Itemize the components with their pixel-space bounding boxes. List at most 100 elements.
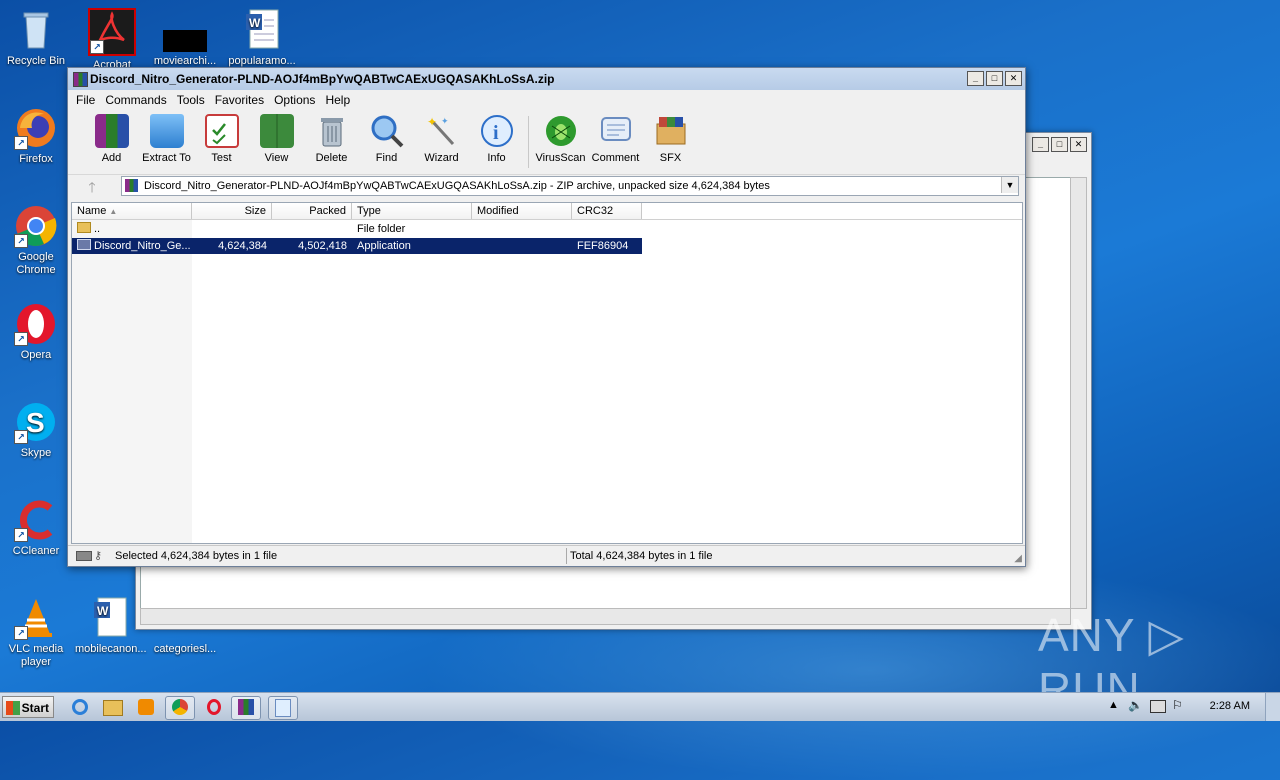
address-row: 🡑 Discord_Nitro_Generator-PLND-AOJf4mBpY… [68,174,1025,198]
column-header-size[interactable]: Size [192,203,272,219]
taskbar-explorer[interactable] [99,696,127,718]
vertical-scrollbar[interactable] [1070,177,1087,609]
maximize-button[interactable]: □ [986,71,1003,86]
column-header-name-label: Name [77,205,107,217]
show-desktop-button[interactable] [1265,693,1280,721]
desktop-icon-firefox[interactable]: ↗ Firefox [1,106,71,166]
desktop-icon-ccleaner[interactable]: ↗ CCleaner [1,498,71,558]
volume-icon[interactable]: 🔈 [1128,698,1143,712]
title-bar[interactable]: Discord_Nitro_Generator-PLND-AOJf4mBpYwQ… [68,68,1025,90]
info-button[interactable]: i Info [469,110,524,164]
desktop-icon-popularamo[interactable]: W popularamo... [227,8,297,68]
comment-label: Comment [591,152,640,164]
folder-icon [77,222,91,233]
extract-folder-icon [149,114,184,148]
svg-text:S: S [26,407,45,438]
row-packed [272,221,352,237]
menu-favorites[interactable]: Favorites [210,93,269,107]
wizard-button[interactable]: ✦ ✦ Wizard [414,110,469,164]
chrome-icon [172,699,188,715]
recycle-bin-icon [14,8,58,52]
sfx-button[interactable]: SFX [643,110,698,164]
desktop-icon-acrobat[interactable]: ↗ Acrobat [77,8,147,72]
svg-text:✦: ✦ [427,115,437,129]
desktop-icon-opera[interactable]: ↗ Opera [1,302,71,362]
winrar-window[interactable]: Discord_Nitro_Generator-PLND-AOJf4mBpYwQ… [67,67,1026,567]
view-button[interactable]: View [249,110,304,164]
virusscan-button[interactable]: VirusScan [533,110,588,164]
name-column-shade [72,220,192,543]
action-center-flag-icon[interactable]: ⚐ [1172,698,1183,712]
system-tray: ▲ 🔈 ⚐ 2:28 AM [1100,693,1280,721]
row-name-cell: .. [72,221,192,237]
menu-tools[interactable]: Tools [172,93,210,107]
add-label: Add [101,152,122,164]
close-button[interactable]: ✕ [1005,71,1022,86]
desktop-icon-chrome[interactable]: ↗ Google Chrome [1,204,71,277]
column-header-name[interactable]: Name ▲ [72,203,192,219]
taskbar-ie[interactable] [66,696,94,718]
find-magnifier-icon [370,114,404,148]
test-button[interactable]: Test [194,110,249,164]
winrar-icon [73,72,88,87]
table-row[interactable]: .. File folder [72,221,642,237]
close-button[interactable]: ✕ [1070,137,1087,152]
resize-grip-icon[interactable]: ◢ [1014,553,1022,564]
shortcut-arrow-icon: ↗ [14,528,28,542]
desktop-icon-label: Skype [20,447,52,459]
desktop-icon-moviearchi[interactable]: moviearchi... [150,8,220,68]
taskbar: Start ▲ 🔈 ⚐ 2:28 AM [0,692,1280,721]
menu-options[interactable]: Options [269,93,320,107]
info-icon: i [480,114,514,148]
menu-help[interactable]: Help [320,93,355,107]
maximize-button[interactable]: □ [1051,137,1068,152]
column-header-type[interactable]: Type [352,203,472,219]
shortcut-arrow-icon: ↗ [90,40,104,54]
wizard-wand-icon: ✦ ✦ [425,114,459,148]
taskbar-winrar[interactable] [231,696,261,720]
desktop-icon-vlc[interactable]: ↗ VLC media player [1,596,71,669]
address-combo[interactable]: Discord_Nitro_Generator-PLND-AOJf4mBpYwQ… [121,176,1019,196]
toolbar: Add Extract To Test View Delete Find ✦ ✦… [68,110,1025,175]
taskbar-opera[interactable] [200,696,228,718]
desktop-icon-recycle-bin[interactable]: Recycle Bin [1,8,71,68]
desktop-icon-label: Firefox [19,153,53,165]
extract-to-label: Extract To [142,152,191,164]
minimize-button[interactable]: _ [1032,137,1049,152]
test-clipboard-icon [204,114,239,148]
clock[interactable]: 2:28 AM [1210,700,1250,712]
info-label: Info [487,152,506,164]
opera-icon [207,699,221,715]
archive-icon [125,179,138,192]
file-list[interactable]: Name ▲ Size Packed Type Modified CRC32 .… [71,202,1023,544]
delete-button[interactable]: Delete [304,110,359,164]
taskbar-notepad[interactable] [268,696,298,720]
taskbar-media-player[interactable] [132,696,160,718]
menu-commands[interactable]: Commands [100,93,171,107]
column-header-crc32[interactable]: CRC32 [572,203,642,219]
table-row-selected[interactable]: Discord_Nitro_Ge... 4,624,384 4,502,418 … [72,238,642,254]
menu-file[interactable]: File [71,93,100,107]
add-button[interactable]: Add [84,110,139,164]
acrobat-icon: ↗ [88,8,136,56]
shortcut-arrow-icon: ↗ [14,136,28,150]
caption-buttons: _ □ ✕ [965,71,1022,86]
start-button[interactable]: Start [2,696,54,718]
virusscan-label: VirusScan [535,152,586,164]
comment-icon [599,114,633,148]
add-archive-icon [94,114,129,148]
taskbar-chrome[interactable] [165,696,195,720]
minimize-button[interactable]: _ [967,71,984,86]
find-button[interactable]: Find [359,110,414,164]
extract-to-button[interactable]: Extract To [139,110,194,164]
column-header-modified[interactable]: Modified [472,203,572,219]
network-icon[interactable] [1150,700,1166,713]
column-header-packed[interactable]: Packed [272,203,352,219]
up-one-level-button[interactable]: 🡑 [74,177,110,195]
chevron-down-icon[interactable]: ▼ [1001,177,1018,193]
comment-button[interactable]: Comment [588,110,643,164]
show-hidden-icons-chevron-icon[interactable]: ▲ [1108,699,1119,711]
horizontal-scrollbar[interactable] [140,608,1071,625]
desktop-icon-skype[interactable]: S ↗ Skype [1,400,71,460]
row-crc [572,221,642,237]
